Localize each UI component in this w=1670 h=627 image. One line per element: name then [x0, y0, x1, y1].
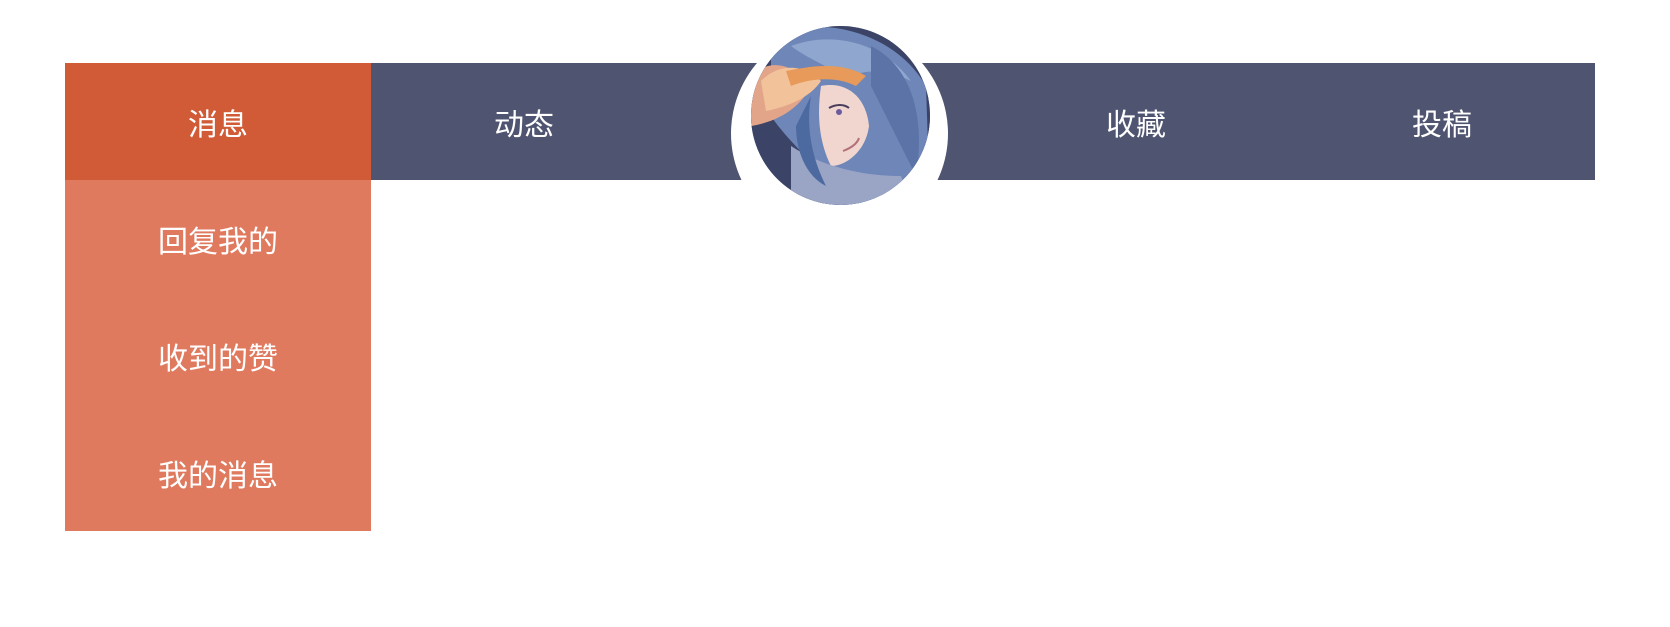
dropdown-item-label: 回复我的 — [158, 224, 278, 260]
nav-item-submissions[interactable]: 投稿 — [1289, 63, 1595, 180]
avatar-illustration — [751, 26, 930, 205]
nav-item-label: 收藏 — [1106, 107, 1166, 143]
dropdown-item-label: 我的消息 — [158, 458, 278, 494]
dropdown-item-replies[interactable]: 回复我的 — [65, 180, 371, 297]
dropdown-item-label: 收到的赞 — [158, 341, 278, 377]
messages-dropdown-menu: 回复我的 收到的赞 我的消息 — [65, 180, 371, 531]
nav-item-label: 动态 — [494, 107, 554, 143]
nav-item-favorites[interactable]: 收藏 — [983, 63, 1289, 180]
nav-item-dynamics[interactable]: 动态 — [371, 63, 677, 180]
nav-item-messages[interactable]: 消息 — [65, 63, 371, 180]
dropdown-item-likes[interactable]: 收到的赞 — [65, 297, 371, 414]
nav-item-label: 消息 — [188, 107, 248, 143]
page: 消息 动态 收藏 投稿 回复我的 收到的赞 我的消息 — [0, 0, 1670, 627]
nav-item-label: 投稿 — [1412, 107, 1472, 143]
user-avatar-icon[interactable] — [751, 26, 930, 205]
dropdown-item-my-messages[interactable]: 我的消息 — [65, 414, 371, 531]
